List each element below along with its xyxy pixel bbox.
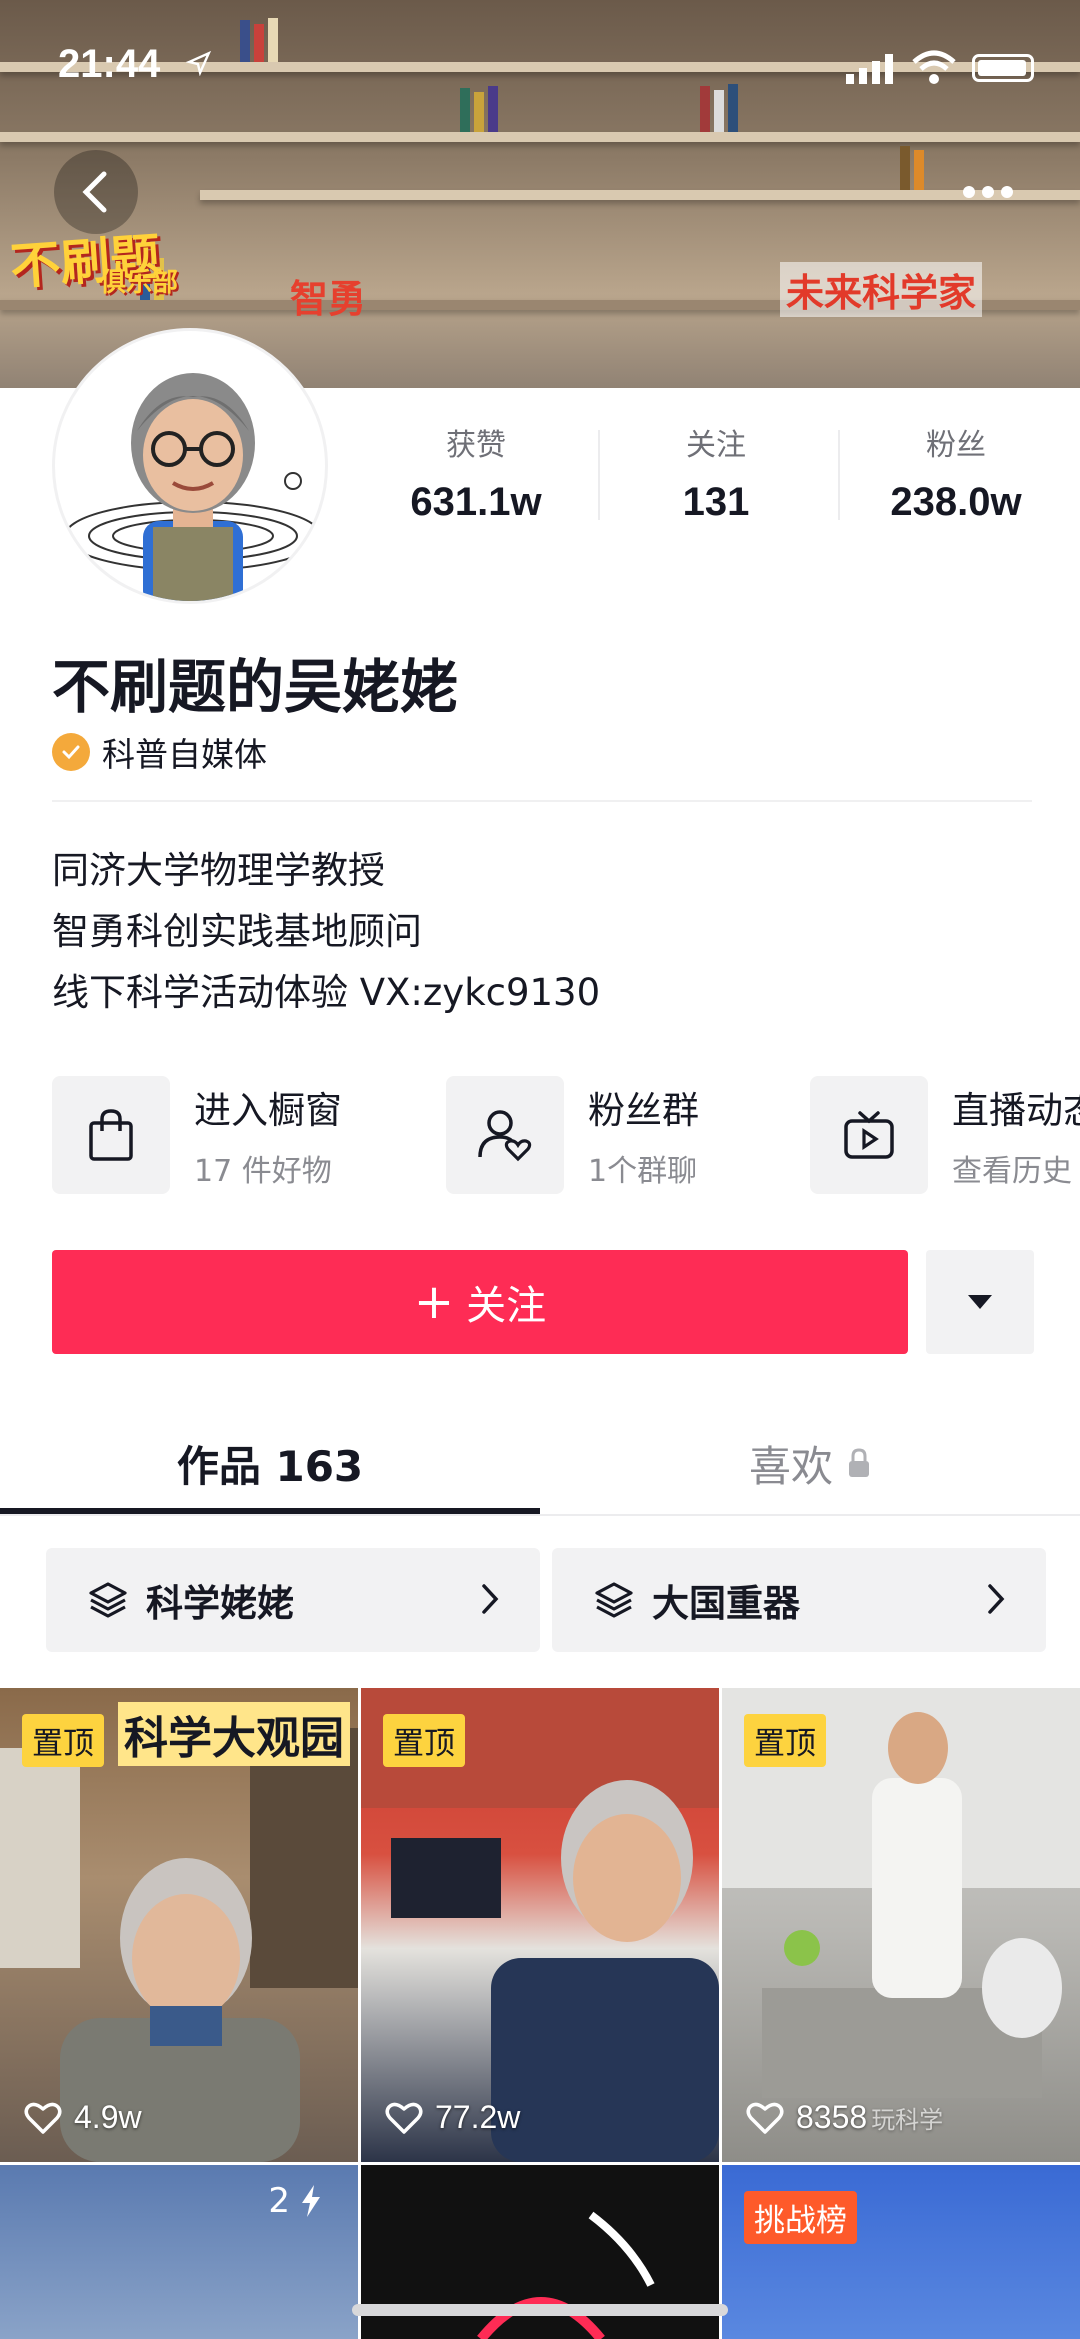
plus-icon: + <box>413 1274 455 1330</box>
verification-badge[interactable]: 科普自媒体 <box>52 728 267 776</box>
tab-likes-label: 喜欢 <box>748 1441 833 1491</box>
collections-row: 科学姥姥 大国重器 <box>46 1548 1046 1652</box>
more-button[interactable] <box>946 150 1030 234</box>
video-likes: 8358 玩科学 <box>746 2099 943 2136</box>
shortcut-shop-title: 进入橱窗 <box>194 1089 342 1132</box>
layers-icon <box>595 1582 633 1618</box>
stat-following-value: 131 <box>682 480 750 524</box>
signal-icon <box>846 54 893 84</box>
video-likes: 4.9w <box>24 2099 142 2136</box>
profile-stats: 获赞 631.1w 关注 131 粉丝 238.0w <box>376 420 1056 540</box>
video-likes: 77.2w <box>385 2099 520 2136</box>
heart-outline-icon <box>385 2102 423 2134</box>
shopping-bag-icon <box>52 1076 170 1194</box>
collection-label: 大国重器 <box>652 1582 800 1625</box>
stat-divider <box>598 430 600 520</box>
bio-line: 同济大学物理学教授 <box>52 849 385 892</box>
video-likes-count: 77.2w <box>435 2099 521 2135</box>
video-tile[interactable]: 科学大观园 置顶 4.9w <box>0 1688 358 2162</box>
video-likes-count: 8358 <box>796 2099 868 2135</box>
recommend-dropdown-button[interactable] <box>926 1250 1034 1354</box>
stat-likes[interactable]: 获赞 631.1w <box>376 420 576 525</box>
stat-following[interactable]: 关注 131 <box>616 420 816 525</box>
book <box>900 146 910 190</box>
tab-works[interactable]: 作品 163 <box>0 1428 540 1498</box>
banner-future: 未来科学家 <box>780 262 983 317</box>
more-dots-icon <box>963 186 1013 198</box>
fan-group-icon <box>446 1076 564 1194</box>
shelf <box>0 132 1080 142</box>
avatar[interactable] <box>52 328 328 604</box>
banner-brand: 智勇 <box>290 277 367 321</box>
lightning-icon <box>302 2185 320 2217</box>
video-caption: 玩科学 <box>871 2107 944 2134</box>
collection-heavy-equipment[interactable]: 大国重器 <box>552 1548 1046 1652</box>
pinned-badge: 置顶 <box>22 1714 104 1767</box>
stat-following-label: 关注 <box>686 428 746 463</box>
stat-likes-value: 631.1w <box>410 480 542 524</box>
content-tabs: 作品 163 喜欢 <box>0 1400 1080 1516</box>
chevron-right-icon <box>482 1584 499 1614</box>
video-overlay-title: 科学大观园 <box>118 1702 350 1766</box>
banner-subtitle: 俱乐部 <box>100 268 179 298</box>
video-tile[interactable]: 挑战榜 <box>722 2165 1080 2339</box>
pinned-badge: 置顶 <box>383 1714 465 1767</box>
tab-active-indicator <box>0 1508 540 1514</box>
video-count: 2 <box>268 2181 322 2221</box>
shortcut-live-sub: 查看历史 <box>952 1154 1072 1189</box>
collection-science-granny[interactable]: 科学姥姥 <box>46 1548 540 1652</box>
heart-outline-icon <box>746 2102 784 2134</box>
live-tv-icon <box>810 1076 928 1194</box>
chevron-right-icon <box>988 1584 1005 1614</box>
shortcut-shop-sub: 17 件好物 <box>194 1154 332 1189</box>
avatar-illustration <box>64 373 322 601</box>
divider <box>52 800 1032 802</box>
profile-bio: 同济大学物理学教授 智勇科创实践基地顾问 线下科学活动体验 VX:zykc913… <box>52 840 600 1023</box>
heart-outline-icon <box>24 2102 62 2134</box>
stat-likes-label: 获赞 <box>446 428 506 463</box>
stat-followers-value: 238.0w <box>890 480 1022 524</box>
video-tile[interactable]: 置顶 8358 玩科学 <box>722 1688 1080 2162</box>
status-time: 21:44 <box>58 42 161 86</box>
shortcut-live-title: 直播动态 <box>952 1089 1080 1132</box>
layers-icon <box>89 1582 127 1618</box>
shortcut-fan-title: 粉丝群 <box>588 1089 699 1132</box>
wifi-icon <box>912 50 956 84</box>
home-indicator[interactable] <box>352 2304 728 2316</box>
pinned-badge: 置顶 <box>744 1714 826 1767</box>
follow-label: 关注 <box>466 1283 547 1329</box>
stat-divider <box>838 430 840 520</box>
shortcut-shop-window[interactable]: 进入橱窗 17 件好物 <box>52 1076 342 1194</box>
shortcut-live[interactable]: 直播动态 查看历史 <box>810 1076 1080 1194</box>
video-tile[interactable]: 2 <box>0 2165 358 2339</box>
shortcut-fan-group[interactable]: 粉丝群 1个群聊 <box>446 1076 699 1194</box>
bio-line: 线下科学活动体验 VX:zykc9130 <box>52 971 601 1014</box>
stat-followers[interactable]: 粉丝 238.0w <box>856 420 1056 525</box>
stat-followers-label: 粉丝 <box>926 428 986 463</box>
tab-likes[interactable]: 喜欢 <box>540 1428 1080 1498</box>
bio-line: 智勇科创实践基地顾问 <box>52 910 422 953</box>
book <box>914 150 924 190</box>
verified-check-icon <box>52 733 90 771</box>
video-tile[interactable]: 置顶 77.2w <box>361 1688 719 2162</box>
collection-label: 科学姥姥 <box>146 1582 294 1625</box>
location-arrow-icon <box>186 50 212 76</box>
profile-shortcuts: 进入橱窗 17 件好物 粉丝群 1个群聊 直播动态 查看历史 <box>52 1076 1080 1200</box>
follow-button[interactable]: + 关注 <box>52 1250 908 1354</box>
challenge-badge: 挑战榜 <box>744 2191 857 2244</box>
video-likes-count: 4.9w <box>74 2099 142 2135</box>
profile-nickname: 不刷题的吴姥姥 <box>52 653 459 721</box>
video-grid: 科学大观园 置顶 4.9w 置顶 77.2w 置顶 8358 玩科学 2 挑战榜 <box>0 1688 1080 2339</box>
status-bar: 21:44 <box>0 0 1080 120</box>
verification-text: 科普自媒体 <box>102 735 267 774</box>
shortcut-fan-sub: 1个群聊 <box>588 1154 698 1189</box>
chevron-left-icon <box>82 171 107 213</box>
video-count-label: 2 <box>268 2181 290 2221</box>
back-button[interactable] <box>54 150 138 234</box>
battery-icon <box>972 54 1034 82</box>
caret-down-icon <box>968 1295 992 1309</box>
lock-icon <box>849 1448 869 1477</box>
